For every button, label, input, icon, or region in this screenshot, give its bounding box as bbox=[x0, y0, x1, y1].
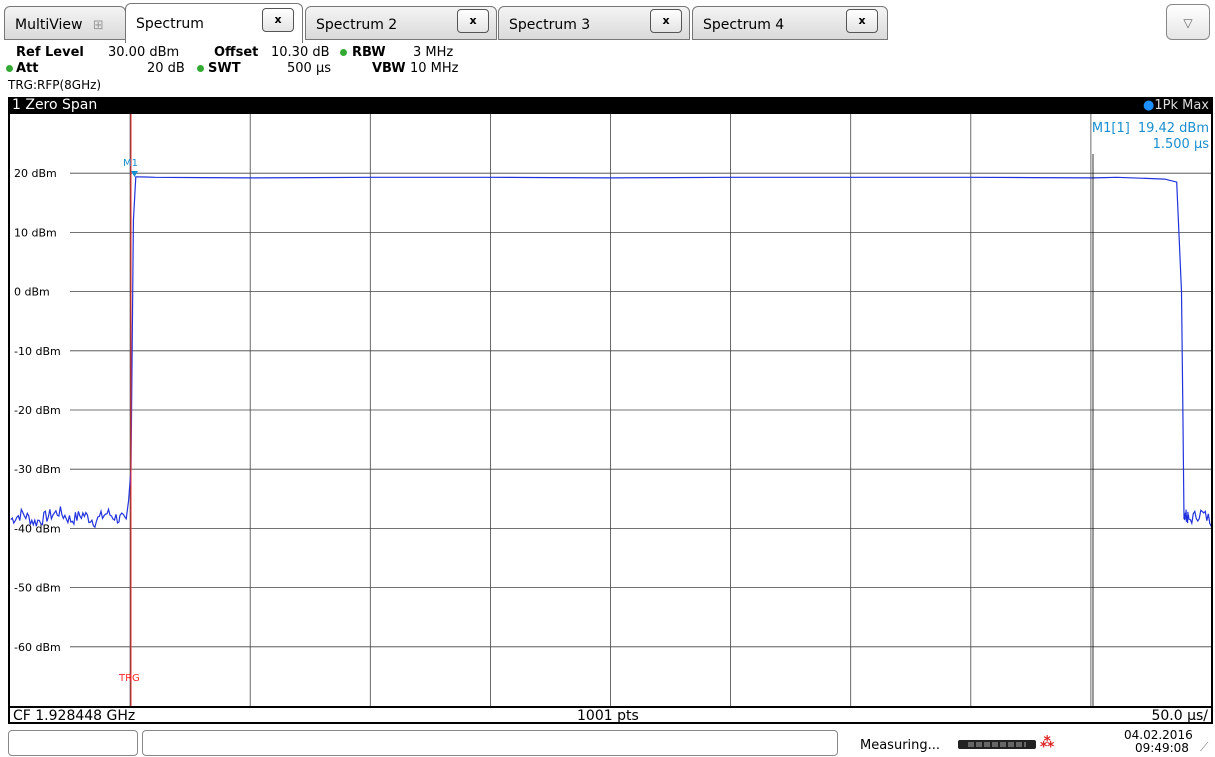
settings-panel: Ref Level 30.00 dBm Offset 10.30 dB RBW … bbox=[0, 44, 1215, 96]
att-label: Att bbox=[16, 61, 39, 76]
ref-level-label: Ref Level bbox=[16, 45, 84, 60]
tab-spectrum-label: Spectrum bbox=[136, 16, 204, 32]
offset-value: 10.30 dB bbox=[271, 45, 330, 60]
time-per-division: 50.0 µs/ bbox=[1151, 708, 1208, 724]
tab-spectrum-4-label: Spectrum 4 bbox=[703, 17, 785, 33]
swt-value: 500 µs bbox=[287, 61, 331, 76]
tab-dropdown-button[interactable]: ▽ bbox=[1166, 4, 1210, 40]
rbw-value: 3 MHz bbox=[413, 45, 454, 60]
tab-spectrum-2-label: Spectrum 2 bbox=[316, 17, 398, 33]
y-tick-label: -10 dBm bbox=[14, 345, 61, 358]
tab-multiview-label: MultiView bbox=[15, 17, 83, 33]
marker-readout: M1[1] 19.42 dBm bbox=[1092, 121, 1209, 136]
marker-tag: M1 bbox=[123, 158, 138, 169]
status-bar: Measuring... ⁂ 04.02.2016 09:49:08 ⟋ bbox=[0, 726, 1215, 757]
status-field-left[interactable] bbox=[8, 730, 138, 756]
y-tick-label: -50 dBm bbox=[14, 582, 61, 595]
plot-header: 1 Zero Span ●1Pk Max bbox=[8, 97, 1213, 114]
status-date: 04.02.2016 bbox=[1124, 728, 1193, 742]
y-tick-label: -60 dBm bbox=[14, 641, 61, 654]
measuring-status: Measuring... bbox=[860, 738, 941, 753]
vbw-value: 10 MHz bbox=[410, 61, 459, 76]
rbw-label: RBW bbox=[352, 45, 386, 60]
plot-grid bbox=[70, 114, 1211, 706]
tab-spectrum-3-label: Spectrum 3 bbox=[509, 17, 591, 33]
marker-label: M1[1] bbox=[1092, 121, 1130, 136]
plot-area[interactable]: 20 dBm 10 dBm 0 dBm -10 dBm -20 dBm -30 dBm -4… bbox=[8, 114, 1213, 706]
trace-mode: 1Pk Max bbox=[1154, 98, 1209, 113]
close-spectrum-button[interactable]: x bbox=[262, 8, 294, 32]
ref-level-value: 30.00 dBm bbox=[108, 45, 180, 60]
y-tick-label: -20 dBm bbox=[14, 404, 61, 417]
trace-info: ●1Pk Max bbox=[1143, 97, 1209, 114]
y-tick-label: 20 dBm bbox=[14, 167, 57, 180]
y-axis-labels: 20 dBm10 dBm0 dBm-10 dBm-20 dBm-30 dBm-4… bbox=[14, 167, 61, 654]
tab-bar: MultiView ⊞ Spectrum x Spectrum 2 x Spec… bbox=[0, 0, 1215, 46]
trigger-tag: TRG bbox=[118, 673, 140, 684]
rbw-status-dot bbox=[340, 45, 351, 60]
status-message-field[interactable] bbox=[142, 730, 838, 756]
y-tick-label: 10 dBm bbox=[14, 226, 57, 239]
swt-status-dot bbox=[197, 61, 208, 76]
swt-label: SWT bbox=[208, 61, 241, 76]
marker-time: 1.500 µs bbox=[1153, 137, 1210, 152]
center-frequency: CF 1.928448 GHz bbox=[13, 708, 136, 724]
tab-multiview[interactable]: MultiView ⊞ bbox=[4, 6, 126, 40]
resize-grip-icon[interactable]: ⟋ bbox=[1200, 740, 1208, 755]
plot-footer: CF 1.928448 GHz 1001 pts 50.0 µs/ bbox=[8, 706, 1213, 724]
grid-icon: ⊞ bbox=[92, 18, 104, 33]
trace-line bbox=[10, 176, 1211, 529]
close-spectrum-4-button[interactable]: x bbox=[846, 9, 878, 33]
trace-dot-icon: ● bbox=[1143, 98, 1155, 113]
marker-level: 19.42 dBm bbox=[1138, 121, 1209, 136]
vbw-label: VBW bbox=[372, 61, 406, 76]
close-spectrum-2-button[interactable]: x bbox=[457, 9, 489, 33]
zero-span-plot[interactable]: 20 dBm10 dBm0 dBm-10 dBm-20 dBm-30 dBm-4… bbox=[10, 114, 1211, 706]
close-spectrum-3-button[interactable]: x bbox=[650, 9, 682, 33]
y-tick-label: -30 dBm bbox=[14, 463, 61, 476]
plot-title: 1 Zero Span bbox=[12, 97, 98, 113]
progress-bar bbox=[958, 740, 1036, 749]
status-time: 09:49:08 bbox=[1135, 741, 1189, 755]
trigger-info: TRG:RFP(8GHz) bbox=[8, 78, 102, 92]
sweep-points: 1001 pts bbox=[577, 708, 639, 724]
marker-triangle-icon bbox=[131, 171, 138, 177]
y-tick-label: 0 dBm bbox=[14, 286, 50, 299]
att-value: 20 dB bbox=[147, 61, 185, 76]
offset-label: Offset bbox=[214, 45, 259, 60]
activity-icon: ⁂ bbox=[1040, 735, 1055, 751]
